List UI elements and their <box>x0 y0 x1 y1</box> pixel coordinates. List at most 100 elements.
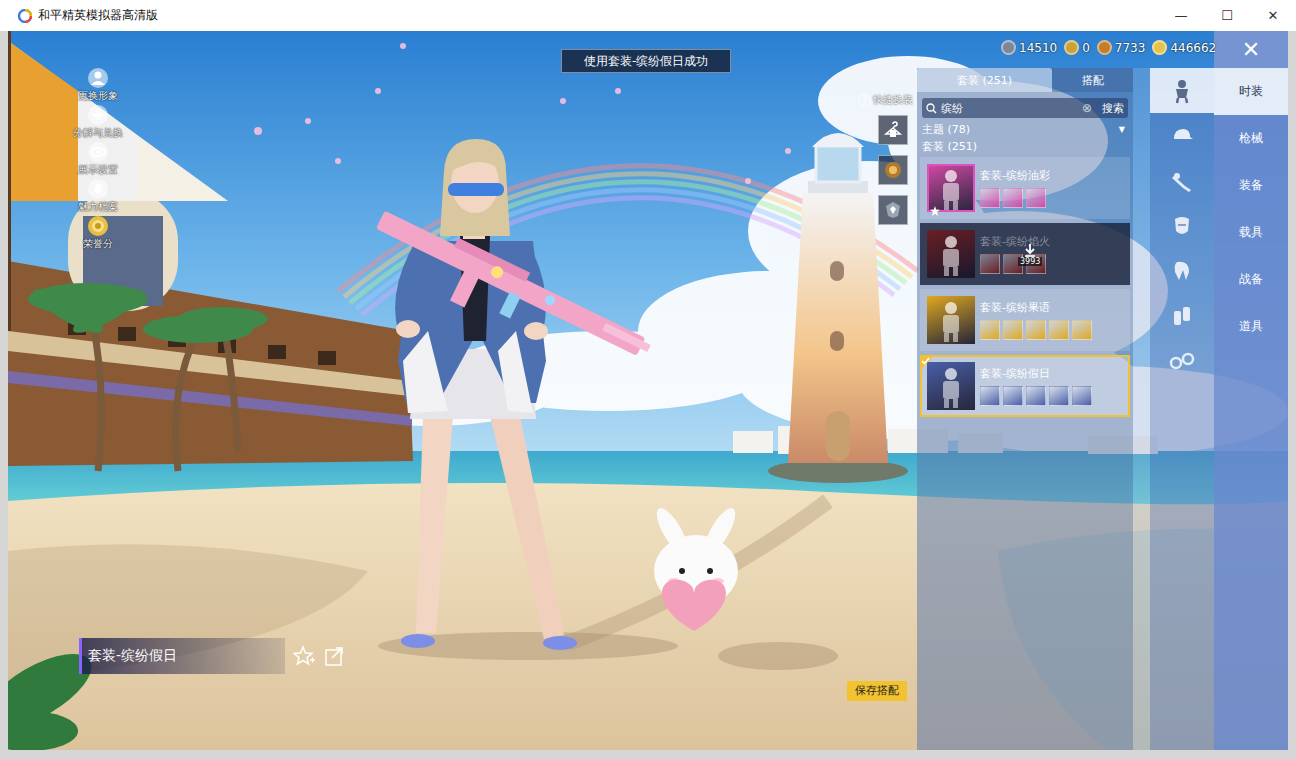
close-button[interactable]: ✕ <box>1214 31 1288 68</box>
window-border-left <box>0 31 8 750</box>
outfit-item-info: 套装-缤纷焰火 <box>980 234 1123 274</box>
currency-amount: 14510 <box>1019 41 1057 55</box>
piece-icon <box>1049 386 1069 406</box>
item-type-tab[interactable] <box>1150 248 1214 293</box>
quick-change-label: 快捷换装 <box>873 93 913 107</box>
category-tab[interactable]: 道具 <box>1214 303 1288 350</box>
piece-icon <box>980 254 1000 274</box>
item-type-icon <box>1169 168 1195 194</box>
quick-change: ?快捷换装 <box>851 93 913 225</box>
item-type-icon <box>1169 348 1195 374</box>
outfit-name: 套装-缤纷假日 <box>88 647 177 665</box>
emblem-button[interactable] <box>878 195 908 225</box>
outfit-item-info: 套装-缤纷果语 <box>980 300 1123 340</box>
piece-icon <box>1026 386 1046 406</box>
save-outfit-button[interactable]: 保存搭配 <box>847 681 907 701</box>
currency-icon <box>1001 40 1016 55</box>
category-label: 枪械 <box>1239 130 1263 147</box>
menu-item-icon <box>87 67 109 89</box>
scene-hud: 更换形象分解与兑换展示设置魅力档案荣誉分使用套装-缤纷假日成功?快捷换装套装-缤… <box>8 31 917 750</box>
outfit-pieces <box>980 386 1123 406</box>
list-tab[interactable]: 搭配 <box>1052 68 1133 92</box>
outfit-item-title: 套装-缤纷果语 <box>980 300 1123 315</box>
side-menu-item[interactable]: 更换形象 <box>66 67 130 104</box>
window-title: 和平精英模拟器高清版 <box>38 7 158 24</box>
side-menu-item[interactable]: 分解与兑换 <box>66 104 130 141</box>
piece-icon <box>980 320 1000 340</box>
outfit-item[interactable]: 套装-缤纷果语 <box>920 289 1130 351</box>
list-tab-label: 套装 (251) <box>957 73 1012 88</box>
search-button[interactable]: 搜索 <box>1096 101 1124 116</box>
category-tab[interactable]: 载具 <box>1214 209 1288 256</box>
outfit-pieces <box>980 254 1123 274</box>
help-badge[interactable]: ? <box>858 94 871 107</box>
badge-button[interactable] <box>878 155 908 185</box>
piece-icon <box>980 386 1000 406</box>
currency-bar: 1451007733446662 <box>1001 40 1216 55</box>
outfit-item-info: 套装-缤纷假日 <box>980 366 1123 406</box>
item-type-icon <box>1169 213 1195 239</box>
section-heading: 套装 (251) <box>917 137 1133 157</box>
outfit-name-bar: 套装-缤纷假日 <box>79 638 285 674</box>
outfit-item-info: 套装-缤纷油彩 <box>980 168 1123 208</box>
outfit-thumbnail <box>927 362 975 410</box>
item-type-tab[interactable] <box>1150 158 1214 203</box>
hanger-button[interactable] <box>878 115 908 145</box>
search-clear-button[interactable]: ⊗ <box>1082 101 1092 115</box>
category-label: 道具 <box>1239 318 1263 335</box>
outfit-item-title: 套装-缤纷假日 <box>980 366 1123 381</box>
menu-item-icon <box>87 104 109 126</box>
side-menu-label: 分解与兑换 <box>73 126 123 139</box>
theme-filter[interactable]: 主题 (78)▼ <box>917 118 1133 137</box>
side-menu: 更换形象分解与兑换展示设置魅力档案荣誉分 <box>66 67 130 252</box>
search-field[interactable]: 缤纷⊗搜索 <box>922 98 1128 118</box>
category-label: 时装 <box>1239 83 1263 100</box>
window-controls: —☐✕ <box>1158 1 1296 31</box>
side-menu-item[interactable]: 荣誉分 <box>66 215 130 252</box>
outfit-item[interactable]: 套装-缤纷油彩 <box>920 157 1130 219</box>
piece-icon <box>980 188 1000 208</box>
item-type-tab[interactable] <box>1150 113 1214 158</box>
panel-gap <box>1133 68 1150 750</box>
outfit-item[interactable]: 套装-缤纷假日 <box>920 355 1130 417</box>
share-icon <box>323 645 345 667</box>
outfit-pieces <box>980 320 1123 340</box>
share-button[interactable] <box>323 645 345 667</box>
window-control-button[interactable]: ✕ <box>1250 1 1296 31</box>
item-type-icon <box>1169 258 1195 284</box>
currency-icon <box>1152 40 1167 55</box>
theme-filter-label: 主题 (78) <box>922 122 970 137</box>
favorite-button[interactable] <box>293 645 315 667</box>
window-control-button[interactable]: — <box>1158 1 1204 31</box>
hanger-button-icon <box>883 120 903 140</box>
side-menu-item[interactable]: 展示设置 <box>66 141 130 178</box>
item-type-column <box>1150 68 1214 750</box>
piece-icon <box>1003 386 1023 406</box>
currency-item: 14510 <box>1001 40 1057 55</box>
piece-icon <box>1003 188 1023 208</box>
item-type-tab[interactable] <box>1150 203 1214 248</box>
side-menu-label: 展示设置 <box>78 163 118 176</box>
window-border-bottom <box>0 750 1296 759</box>
category-tab[interactable]: 时装 <box>1214 68 1288 115</box>
download-icon <box>1023 243 1037 257</box>
menu-item-icon <box>87 141 109 163</box>
side-menu-label: 更换形象 <box>78 89 118 102</box>
menu-item-icon <box>87 178 109 200</box>
list-tab[interactable]: 套装 (251) <box>917 68 1052 92</box>
item-type-tab[interactable] <box>1150 293 1214 338</box>
category-tab[interactable]: 枪械 <box>1214 115 1288 162</box>
quick-change-header: ?快捷换装 <box>858 93 913 107</box>
outfit-thumbnail <box>927 296 975 344</box>
category-tab[interactable]: 装备 <box>1214 162 1288 209</box>
list-tabs: 套装 (251) 搭配 <box>917 68 1133 92</box>
outfit-item[interactable]: 套装-缤纷焰火3993 <box>920 223 1130 285</box>
item-type-tab[interactable] <box>1150 68 1214 113</box>
category-tab[interactable]: 战备 <box>1214 256 1288 303</box>
list-tab-label: 搭配 <box>1082 73 1104 88</box>
side-menu-item[interactable]: 魅力档案 <box>66 178 130 215</box>
outfit-actions <box>293 645 345 667</box>
currency-icon <box>1064 40 1079 55</box>
item-type-tab[interactable] <box>1150 338 1214 383</box>
window-control-button[interactable]: ☐ <box>1204 1 1250 31</box>
